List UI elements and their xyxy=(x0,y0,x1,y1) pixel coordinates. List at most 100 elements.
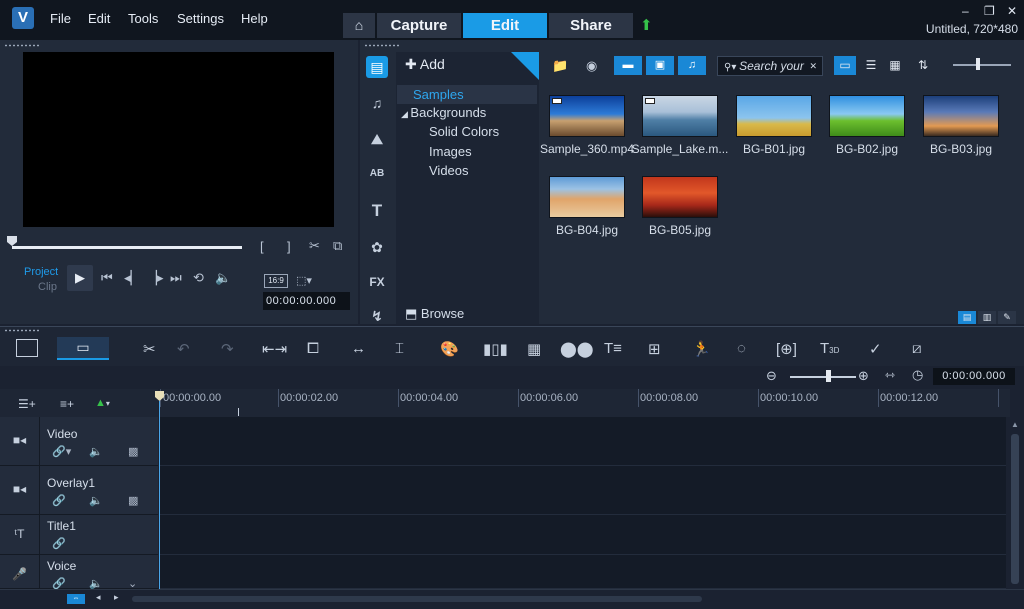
panel-grip[interactable] xyxy=(364,44,400,47)
restore-button[interactable]: ❐ xyxy=(984,4,995,18)
media-item[interactable]: BG-B05.jpg xyxy=(633,168,727,240)
timeline-zoom-slider[interactable] xyxy=(790,376,856,378)
multi-camera-icon[interactable]: ⊞ xyxy=(648,340,661,358)
media-item[interactable]: BG-B03.jpg xyxy=(914,87,1008,159)
track-manager-icon[interactable]: ☰+ xyxy=(18,397,36,411)
sort-icon[interactable]: ⇅ xyxy=(912,56,934,75)
color-grading-icon[interactable]: 🎨 xyxy=(440,340,459,358)
track-header-title1[interactable]: ᵗT Title1 🔗 xyxy=(0,515,158,555)
path-icon[interactable]: ↯ xyxy=(366,305,388,327)
add-chapter-icon[interactable]: ≡+ xyxy=(60,397,74,411)
repeat-icon[interactable]: ⟲ xyxy=(193,270,204,286)
record-capture-icon[interactable]: ◉ xyxy=(586,58,597,74)
filter-fx-icon[interactable]: FX xyxy=(366,271,388,293)
menu-tools[interactable]: Tools xyxy=(128,11,158,26)
list-view-button[interactable]: ☰ xyxy=(860,56,882,75)
track-header-overlay1[interactable]: ■◂ Overlay1 🔗 🔈 ▩ xyxy=(0,466,158,515)
vertical-scroll-thumb[interactable] xyxy=(1011,434,1019,584)
scissors-icon[interactable]: ✂ xyxy=(309,238,320,254)
redo-icon[interactable]: ↷ xyxy=(221,340,234,358)
fit-to-window-button[interactable]: ⇔ xyxy=(67,594,85,604)
tab-edit[interactable]: Edit xyxy=(463,13,547,38)
end-icon[interactable]: ⏭ xyxy=(170,270,182,286)
timeline-ruler[interactable]: 00:00:00.00 00:00:02.00 00:00:04.00 00:0… xyxy=(160,389,1010,417)
track-grid-icon[interactable]: ▩ xyxy=(128,494,138,507)
title-3d-icon[interactable]: T3D xyxy=(820,340,839,357)
fit-timeline-icon[interactable]: ⇿ xyxy=(885,368,895,382)
record-voice-icon[interactable]: ▲▾ xyxy=(95,397,110,409)
clear-search-icon[interactable]: ✕ xyxy=(809,57,817,75)
tab-capture[interactable]: Capture xyxy=(377,13,461,38)
show-audio-button[interactable]: ♫ xyxy=(678,56,706,75)
home-start-icon[interactable]: ⏮ xyxy=(101,270,113,286)
multi-trim-icon[interactable]: ▦ xyxy=(527,340,541,358)
import-media-icon[interactable]: 📁 xyxy=(552,58,568,74)
enlarge-preview-icon[interactable]: ⧉ xyxy=(333,238,342,254)
zoom-in-icon[interactable]: ⊕ xyxy=(858,368,869,384)
loop-icon[interactable]: ◌ xyxy=(737,340,746,357)
title-icon[interactable]: T xyxy=(366,200,388,222)
panel-grip[interactable] xyxy=(4,44,40,47)
media-item[interactable]: BG-B02.jpg xyxy=(820,87,914,159)
stabilize-icon[interactable]: [⊕] xyxy=(776,340,797,358)
menu-settings[interactable]: Settings xyxy=(177,11,224,26)
track-header-voice[interactable]: 🎤 Voice 🔗 🔈 ⌄ xyxy=(0,555,158,590)
menu-help[interactable]: Help xyxy=(241,11,268,26)
motion-tracking-icon[interactable]: 🏃 xyxy=(692,340,711,358)
horizontal-scrollbar[interactable] xyxy=(132,596,702,602)
media-library-icon[interactable]: ▤ xyxy=(366,56,388,78)
track-volume-icon[interactable]: 🔈 xyxy=(89,445,103,458)
ripple-edit-icon[interactable]: ↔ xyxy=(351,340,366,357)
aspect-ratio-button[interactable]: 16:9 xyxy=(264,274,288,288)
edit-options-icon[interactable]: ✎ xyxy=(998,311,1016,324)
screen-record-icon[interactable]: ⧠ xyxy=(307,340,319,357)
media-item[interactable]: BG-B04.jpg xyxy=(540,168,634,240)
menu-file[interactable]: File xyxy=(50,11,71,26)
layout-library-icon[interactable]: ▤ xyxy=(958,311,976,324)
media-item[interactable]: Sample_Lake.m... xyxy=(632,87,728,159)
minimize-button[interactable]: – xyxy=(962,4,969,18)
scrubber-track[interactable] xyxy=(12,246,242,249)
track-lane-title1[interactable] xyxy=(160,515,1006,555)
undo-icon[interactable]: ↶ xyxy=(177,340,190,358)
next-frame-icon[interactable]: ▕▸ xyxy=(147,270,164,286)
tools-icon[interactable]: ✂ xyxy=(143,340,156,358)
track-lane-video[interactable] xyxy=(160,417,1006,466)
transition-ab-icon[interactable]: AB xyxy=(366,163,388,185)
timeline-zoom-handle[interactable] xyxy=(826,370,831,382)
play-button[interactable]: ▶ xyxy=(67,265,93,291)
crop-mode-icon[interactable]: ⬚▾ xyxy=(296,274,312,287)
track-lane-voice[interactable] xyxy=(160,555,1006,589)
link-icon[interactable]: 🔗 xyxy=(52,494,66,507)
panel-grip[interactable] xyxy=(4,329,40,332)
previous-frame-icon[interactable]: ◂▏ xyxy=(124,270,141,286)
tab-share[interactable]: Share xyxy=(549,13,633,38)
mask-creator-icon[interactable]: ⬤⬤ xyxy=(560,340,594,358)
mark-out-icon[interactable]: ] xyxy=(287,239,291,254)
tree-item-backgrounds[interactable]: ◢ Backgrounds xyxy=(401,105,486,120)
thumbnail-size-handle[interactable] xyxy=(976,58,980,70)
graphics-icon[interactable]: ✿ xyxy=(366,236,388,258)
player-timecode[interactable]: 00:00:00.000 xyxy=(263,292,350,310)
tree-item-solid-colors[interactable]: Solid Colors xyxy=(429,124,499,139)
subtitle-editor-icon[interactable]: T≡ xyxy=(604,340,622,357)
split-clip-icon[interactable]: ⌶ xyxy=(395,340,404,357)
fit-project-icon[interactable]: ⇤⇥ xyxy=(262,340,287,358)
timeline-view-button[interactable]: ▭ xyxy=(57,337,109,360)
tree-item-videos[interactable]: Videos xyxy=(429,163,469,178)
storyboard-view-button[interactable] xyxy=(16,339,38,357)
tree-item-samples[interactable]: Samples xyxy=(397,85,537,104)
media-item[interactable]: Sample_360.mp4 xyxy=(540,87,634,159)
timeline-timecode[interactable]: 0:00:00.000 xyxy=(933,368,1015,385)
mark-in-icon[interactable]: [ xyxy=(260,239,264,254)
upload-icon[interactable]: ⬆ xyxy=(640,16,653,34)
instant-project-icon[interactable]: ♫ xyxy=(366,92,388,114)
thumbnail-size-slider[interactable] xyxy=(953,64,1011,66)
link-icon[interactable]: 🔗▾ xyxy=(52,445,71,458)
browse-button[interactable]: ⬒ Browse xyxy=(405,306,464,322)
zoom-out-icon[interactable]: ⊖ xyxy=(766,368,777,384)
painting-creator-icon[interactable]: ✓ xyxy=(869,340,882,358)
project-mode-label[interactable]: Project xyxy=(24,266,58,278)
track-lane-overlay1[interactable] xyxy=(160,466,1006,515)
show-videos-button[interactable]: ▬ xyxy=(614,56,642,75)
